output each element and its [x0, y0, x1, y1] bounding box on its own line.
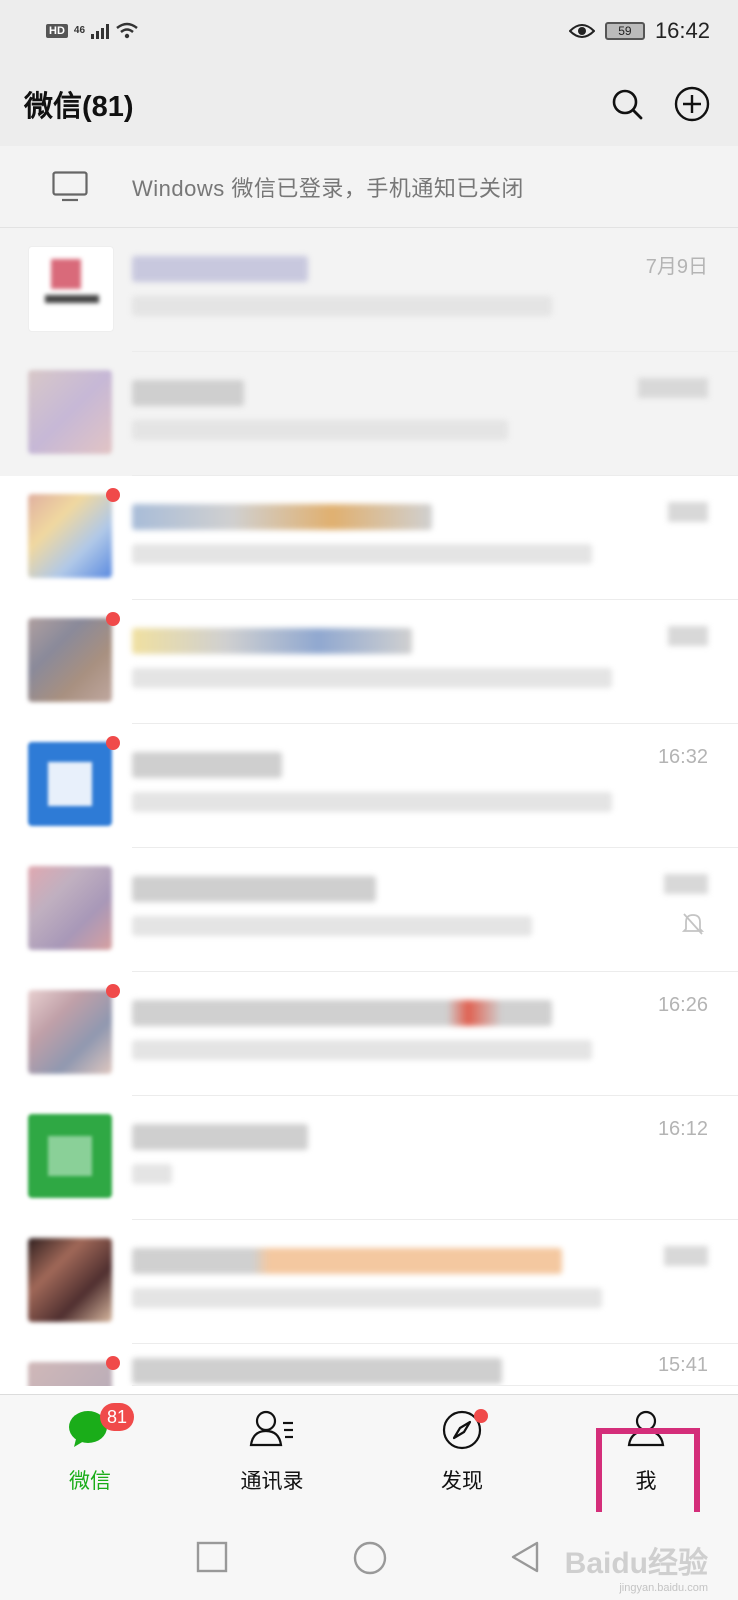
hd-indicator: HD [46, 24, 68, 38]
chat-row[interactable]: 7月9日 [0, 228, 738, 352]
status-bar: HD 46 59 16:42 [0, 0, 738, 62]
chat-time: 7月9日 [645, 256, 708, 278]
chat-avatar [28, 1238, 112, 1322]
unread-dot [106, 1356, 120, 1370]
status-right: 59 16:42 [568, 18, 710, 44]
chat-preview-blurred [132, 916, 532, 936]
status-left: HD 46 [46, 22, 139, 40]
chat-preview-blurred [132, 792, 612, 812]
chat-preview-blurred [132, 296, 552, 316]
chat-name-blurred [132, 504, 432, 530]
unread-dot [106, 984, 120, 998]
baidu-watermark: Baidu经验 jingyan.baidu.com [565, 1538, 708, 1594]
chat-preview-blurred [132, 420, 508, 440]
watermark-url: jingyan.baidu.com [619, 1582, 708, 1594]
chat-row[interactable]: 16:12 [0, 1096, 738, 1220]
wifi-icon [116, 22, 138, 39]
status-time: 16:42 [654, 18, 710, 43]
back-icon[interactable] [508, 1540, 542, 1574]
tab-label: 通讯录 [240, 1470, 304, 1493]
chat-preview-blurred [132, 1164, 172, 1184]
time-blurred [664, 1246, 708, 1266]
chat-name-blurred [132, 1000, 552, 1026]
contacts-icon [249, 1410, 293, 1447]
unread-dot [106, 736, 120, 750]
chat-avatar [28, 1114, 112, 1198]
chat-row[interactable]: 16:32 [0, 724, 738, 848]
chat-row[interactable]: 16:26 [0, 972, 738, 1096]
chat-time: 15:41 [657, 1354, 708, 1376]
chat-name-blurred [132, 876, 376, 902]
chat-time: 16:26 [657, 994, 708, 1016]
home-icon[interactable] [352, 1540, 388, 1576]
mute-bell-icon [682, 913, 704, 935]
battery-indicator: 59 [604, 22, 645, 40]
watermark-brand: Baidu经验 [564, 1547, 708, 1580]
chat-row[interactable]: 15:41 [0, 1344, 738, 1386]
chat-name-blurred [132, 628, 412, 654]
banner-text: Windows 微信已登录，手机通知已关闭 [132, 175, 524, 201]
time-blurred [668, 502, 708, 522]
tab-discover[interactable]: 发现 [392, 1395, 532, 1513]
search-icon[interactable] [610, 87, 644, 121]
chat-preview-blurred [132, 544, 592, 564]
chat-avatar [28, 1362, 112, 1386]
chat-preview-blurred [132, 668, 612, 688]
chat-list: 7月9日 16:32 16:26 16:12 15:41 [0, 228, 738, 1386]
tab-contacts[interactable]: 通讯录 [202, 1395, 342, 1513]
time-blurred [664, 874, 708, 894]
header-actions [610, 86, 710, 122]
chat-name-blurred [132, 752, 282, 778]
chat-avatar [28, 618, 112, 702]
chat-row[interactable] [0, 600, 738, 724]
pc-login-banner[interactable]: Windows 微信已登录，手机通知已关闭 [0, 146, 738, 228]
app-header: 微信(81) [0, 62, 738, 146]
chat-name-blurred [132, 256, 308, 282]
network-type: 46 [73, 25, 86, 36]
new-moments-dot [474, 1409, 488, 1423]
tab-label: 微信 [69, 1470, 111, 1493]
chat-preview-blurred [132, 1040, 592, 1060]
chat-row[interactable] [0, 1220, 738, 1344]
add-icon[interactable] [674, 86, 710, 122]
time-blurred [668, 626, 708, 646]
chat-name-blurred [132, 1358, 502, 1384]
tab-chats[interactable]: 81 微信 [20, 1395, 160, 1513]
eye-icon [568, 24, 595, 38]
recent-apps-icon[interactable] [195, 1540, 229, 1574]
chat-preview-blurred [132, 1288, 602, 1308]
page-title: 微信(81) [24, 91, 134, 123]
time-blurred [638, 378, 708, 398]
chat-avatar [28, 246, 114, 332]
chat-avatar [28, 866, 112, 950]
unread-dot [106, 488, 120, 502]
chat-avatar [28, 742, 112, 826]
chat-name-blurred [132, 1124, 308, 1150]
unread-badge: 81 [100, 1403, 135, 1431]
monitor-icon [52, 170, 88, 201]
chat-time: 16:32 [657, 746, 708, 768]
signal-icon [91, 23, 110, 39]
chat-time: 16:12 [657, 1118, 708, 1140]
unread-dot [106, 612, 120, 626]
chat-avatar [28, 494, 112, 578]
tab-label: 发现 [441, 1470, 483, 1493]
chat-row[interactable] [0, 352, 738, 476]
chat-name-blurred [132, 380, 244, 406]
chat-avatar [28, 990, 112, 1074]
chat-avatar [28, 370, 112, 454]
chat-name-blurred [132, 1248, 562, 1274]
chat-row[interactable] [0, 476, 738, 600]
chat-row[interactable] [0, 848, 738, 972]
